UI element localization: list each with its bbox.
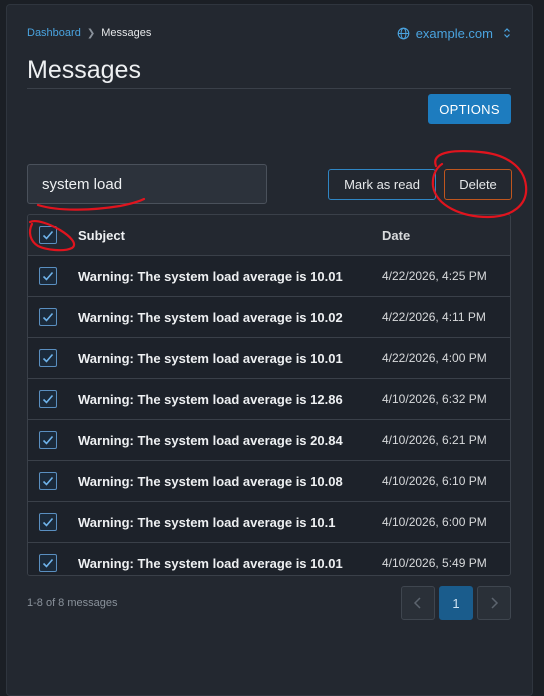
table-row[interactable]: Warning: The system load average is 20.8… xyxy=(28,420,510,461)
message-subject[interactable]: Warning: The system load average is 10.1 xyxy=(78,515,335,530)
breadcrumb-dashboard-link[interactable]: Dashboard xyxy=(27,27,81,39)
table-header-row: Subject Date xyxy=(28,215,510,256)
checkmark-icon xyxy=(42,558,54,568)
column-header-subject[interactable]: Subject xyxy=(78,228,125,243)
checkmark-icon xyxy=(42,271,54,281)
message-subject[interactable]: Warning: The system load average is 10.0… xyxy=(78,351,343,366)
message-subject[interactable]: Warning: The system load average is 12.8… xyxy=(78,392,343,407)
breadcrumb: Dashboard ❯ Messages xyxy=(27,27,151,39)
options-button[interactable]: OPTIONS xyxy=(428,94,511,124)
site-switcher-label: example.com xyxy=(415,25,493,41)
message-subject[interactable]: Warning: The system load average is 10.0… xyxy=(78,474,343,489)
checkmark-icon xyxy=(42,476,54,486)
title-divider xyxy=(27,88,511,89)
select-all-checkbox[interactable] xyxy=(39,226,57,244)
chevron-up-down-icon xyxy=(504,28,510,38)
message-subject[interactable]: Warning: The system load average is 10.0… xyxy=(78,269,343,284)
row-checkbox[interactable] xyxy=(39,349,57,367)
chevron-right-icon xyxy=(491,597,499,609)
checkmark-icon xyxy=(42,517,54,527)
table-row[interactable]: Warning: The system load average is 10.0… xyxy=(28,256,510,297)
row-checkbox[interactable] xyxy=(39,390,57,408)
message-count: 1-8 of 8 messages xyxy=(27,597,118,609)
table-row[interactable]: Warning: The system load average is 10.0… xyxy=(28,297,510,338)
next-page-button[interactable] xyxy=(477,586,511,620)
chevron-right-icon: ❯ xyxy=(86,27,96,39)
table-row[interactable]: Warning: The system load average is 10.1… xyxy=(28,502,510,543)
row-checkbox[interactable] xyxy=(39,308,57,326)
message-subject[interactable]: Warning: The system load average is 20.8… xyxy=(78,433,343,448)
page-title: Messages xyxy=(27,56,141,84)
checkmark-icon xyxy=(42,435,54,445)
row-checkbox[interactable] xyxy=(39,431,57,449)
message-subject[interactable]: Warning: The system load average is 10.0… xyxy=(78,556,343,571)
delete-button[interactable]: Delete xyxy=(444,169,512,200)
table-row[interactable]: Warning: The system load average is 10.0… xyxy=(28,338,510,379)
checkmark-icon xyxy=(42,353,54,363)
top-bar: Dashboard ❯ Messages example.com xyxy=(27,24,511,42)
mark-as-read-button[interactable]: Mark as read xyxy=(328,169,436,200)
message-date: 4/10/2026, 6:00 PM xyxy=(382,515,487,529)
chevron-left-icon xyxy=(413,597,421,609)
message-date: 4/10/2026, 6:21 PM xyxy=(382,433,487,447)
column-header-date[interactable]: Date xyxy=(382,228,410,243)
row-checkbox[interactable] xyxy=(39,267,57,285)
breadcrumb-current: Messages xyxy=(101,27,152,39)
table-row[interactable]: Warning: The system load average is 10.0… xyxy=(28,461,510,502)
table-row[interactable]: Warning: The system load average is 10.0… xyxy=(28,543,510,575)
search-input[interactable] xyxy=(27,164,267,204)
checkmark-icon xyxy=(42,312,54,322)
message-date: 4/10/2026, 6:32 PM xyxy=(382,392,487,406)
checkmark-icon xyxy=(42,394,54,404)
message-subject[interactable]: Warning: The system load average is 10.0… xyxy=(78,310,343,325)
row-checkbox[interactable] xyxy=(39,513,57,531)
globe-icon xyxy=(397,27,410,39)
message-date: 4/22/2026, 4:11 PM xyxy=(382,310,486,324)
page-number-button[interactable]: 1 xyxy=(439,586,473,620)
site-switcher[interactable]: example.com xyxy=(397,26,511,41)
row-checkbox[interactable] xyxy=(39,554,57,572)
table-row[interactable]: Warning: The system load average is 12.8… xyxy=(28,379,510,420)
message-date: 4/10/2026, 6:10 PM xyxy=(382,474,487,488)
message-date: 4/10/2026, 5:49 PM xyxy=(382,556,487,570)
previous-page-button[interactable] xyxy=(401,586,435,620)
checkmark-icon xyxy=(42,230,54,240)
message-date: 4/22/2026, 4:00 PM xyxy=(382,351,487,365)
messages-table: Subject Date Warning: The system load av… xyxy=(27,214,511,576)
message-date: 4/22/2026, 4:25 PM xyxy=(382,269,487,283)
row-checkbox[interactable] xyxy=(39,472,57,490)
